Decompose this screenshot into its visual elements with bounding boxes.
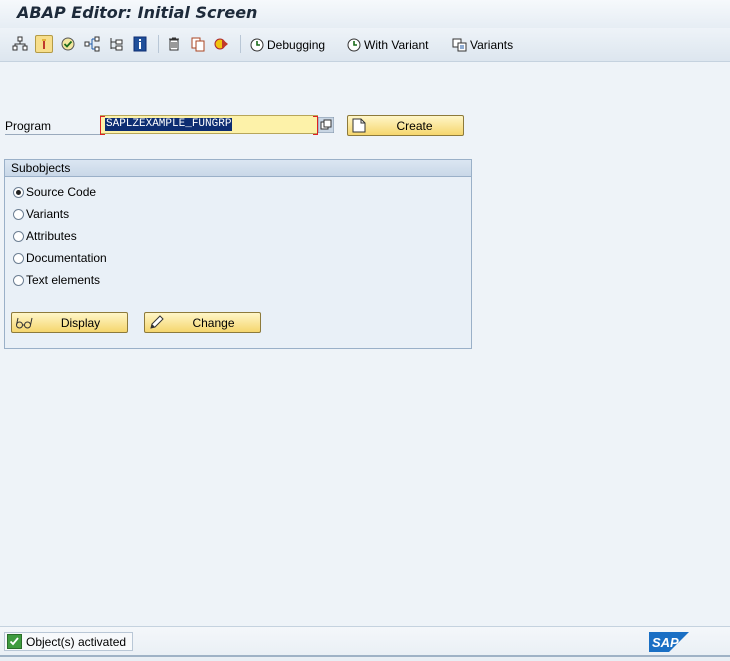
- radio-label: Text elements: [26, 273, 101, 287]
- radio-button[interactable]: [13, 186, 24, 198]
- debugging-button[interactable]: Debugging: [249, 36, 325, 53]
- title-bar: ABAP Editor: Initial Screen: [0, 0, 730, 28]
- execute-variant-icon: [347, 38, 361, 51]
- program-label: Program: [5, 119, 100, 135]
- radio-button[interactable]: [13, 252, 24, 264]
- subobjects-group: Subobjects Source Code Variants Attribut…: [4, 159, 472, 349]
- variants-icon: [452, 38, 467, 51]
- radio-attributes[interactable]: Attributes: [13, 228, 77, 244]
- variants-label: Variants: [470, 37, 514, 52]
- check-icon[interactable]: [60, 36, 76, 52]
- radio-label: Attributes: [26, 229, 77, 243]
- program-input[interactable]: SAPLZEXAMPLE_FUNGRP: [100, 115, 318, 135]
- variants-button[interactable]: Variants: [452, 36, 513, 53]
- search-help-icon[interactable]: [317, 116, 335, 134]
- with-variant-button[interactable]: With Variant: [346, 36, 428, 53]
- create-button[interactable]: Create: [347, 115, 464, 136]
- radio-button[interactable]: [13, 274, 24, 286]
- status-message-text: Object(s) activated: [26, 634, 127, 649]
- radio-variants[interactable]: Variants: [13, 206, 69, 222]
- toolbar-separator: [240, 35, 241, 53]
- program-value: SAPLZEXAMPLE_FUNGRP: [105, 118, 233, 131]
- with-variant-label: With Variant: [364, 37, 429, 52]
- activate-icon[interactable]: [214, 36, 230, 52]
- tree-icon[interactable]: [108, 36, 124, 52]
- debugging-label: Debugging: [267, 37, 326, 52]
- where-used-icon[interactable]: [84, 36, 100, 52]
- sap-logo-text: SAP: [652, 635, 679, 650]
- hierarchy-icon[interactable]: [12, 36, 28, 52]
- success-check-icon: [7, 634, 22, 649]
- info-icon[interactable]: [132, 36, 148, 52]
- radio-label: Source Code: [26, 185, 97, 199]
- toolbar-separator: [158, 35, 159, 53]
- change-button[interactable]: Change: [144, 312, 261, 333]
- application-toolbar: Debugging With Variant Variants: [0, 28, 730, 62]
- other-object-icon[interactable]: [35, 35, 53, 53]
- copy-icon[interactable]: [190, 36, 206, 52]
- subobjects-header: Subobjects: [5, 160, 471, 177]
- radio-documentation[interactable]: Documentation: [13, 250, 107, 266]
- radio-button[interactable]: [13, 230, 24, 242]
- delete-icon[interactable]: [166, 36, 182, 52]
- subobjects-title: Subobjects: [11, 161, 71, 175]
- bottom-border: [0, 655, 730, 657]
- radio-label: Variants: [26, 207, 70, 221]
- change-label: Change: [192, 316, 235, 330]
- create-label: Create: [396, 119, 433, 133]
- sap-logo: SAP: [649, 632, 689, 652]
- window-title: ABAP Editor: Initial Screen: [17, 3, 258, 22]
- display-label: Display: [60, 316, 101, 330]
- radio-text-elements[interactable]: Text elements: [13, 272, 100, 288]
- radio-button[interactable]: [13, 208, 24, 220]
- radio-source-code[interactable]: Source Code: [13, 184, 96, 200]
- display-button[interactable]: Display: [11, 312, 128, 333]
- status-message[interactable]: Object(s) activated: [4, 632, 134, 651]
- debug-icon: [250, 38, 264, 51]
- radio-label: Documentation: [26, 251, 107, 265]
